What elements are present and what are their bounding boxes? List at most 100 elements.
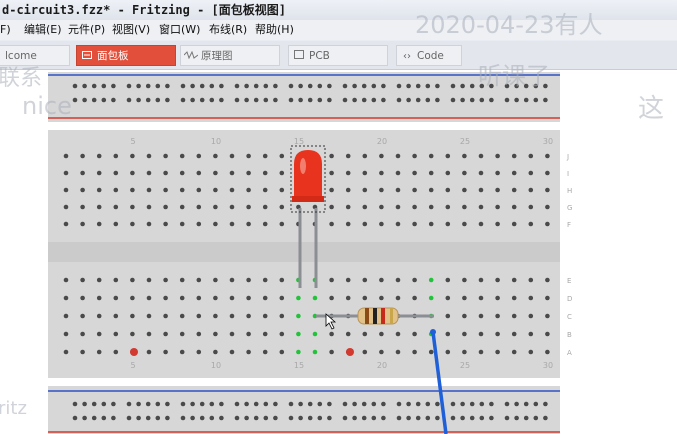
terminal-hole[interactable] xyxy=(478,187,484,193)
terminal-hole[interactable] xyxy=(395,277,401,283)
terminal-hole[interactable] xyxy=(412,277,417,283)
terminal-hole[interactable] xyxy=(113,221,119,227)
rail-hole[interactable] xyxy=(342,83,348,89)
connected-hole[interactable] xyxy=(312,295,318,301)
terminal-hole[interactable] xyxy=(362,204,368,210)
terminal-hole[interactable] xyxy=(96,204,102,210)
terminal-hole[interactable] xyxy=(345,331,351,337)
rail-hole[interactable] xyxy=(91,97,97,103)
terminal-hole[interactable] xyxy=(445,204,451,210)
terminal-hole[interactable] xyxy=(462,221,467,227)
terminal-hole[interactable] xyxy=(96,349,102,355)
terminal-hole[interactable] xyxy=(113,277,119,283)
rail-hole[interactable] xyxy=(317,415,323,421)
rail-hole[interactable] xyxy=(514,415,519,421)
terminal-hole[interactable] xyxy=(113,204,119,210)
terminal-hole[interactable] xyxy=(179,221,185,227)
connected-hole[interactable] xyxy=(296,313,301,319)
terminal-hole[interactable] xyxy=(329,170,334,176)
terminal-hole[interactable] xyxy=(395,204,401,210)
terminal-hole[interactable] xyxy=(246,313,251,319)
rail-hole[interactable] xyxy=(145,97,151,103)
menu-file[interactable]: F) xyxy=(0,20,11,40)
red-led[interactable] xyxy=(294,150,322,200)
terminal-hole[interactable] xyxy=(179,204,185,210)
rail-hole[interactable] xyxy=(273,97,278,103)
terminal-hole[interactable] xyxy=(511,204,517,210)
terminal-hole[interactable] xyxy=(63,170,69,176)
terminal-hole[interactable] xyxy=(329,153,334,159)
connected-hole[interactable] xyxy=(296,295,301,301)
rail-hole[interactable] xyxy=(253,415,259,421)
rail-hole[interactable] xyxy=(82,97,87,103)
rail-hole[interactable] xyxy=(381,97,386,103)
rail-hole[interactable] xyxy=(165,415,170,421)
rail-hole[interactable] xyxy=(253,83,259,89)
rail-hole[interactable] xyxy=(298,97,303,103)
rail-hole[interactable] xyxy=(489,401,494,407)
connected-hole[interactable] xyxy=(312,331,318,337)
terminal-hole[interactable] xyxy=(528,331,534,337)
terminal-hole[interactable] xyxy=(163,295,168,301)
rail-hole[interactable] xyxy=(263,83,269,89)
terminal-hole[interactable] xyxy=(213,170,218,176)
terminal-hole[interactable] xyxy=(262,331,268,337)
rail-hole[interactable] xyxy=(435,97,440,103)
terminal-hole[interactable] xyxy=(196,153,202,159)
rail-hole[interactable] xyxy=(145,83,151,89)
terminal-hole[interactable] xyxy=(179,153,185,159)
rail-hole[interactable] xyxy=(504,415,510,421)
terminal-hole[interactable] xyxy=(113,313,119,319)
rail-hole[interactable] xyxy=(415,83,421,89)
rail-hole[interactable] xyxy=(469,401,475,407)
terminal-hole[interactable] xyxy=(445,313,451,319)
terminal-hole[interactable] xyxy=(63,295,69,301)
terminal-hole[interactable] xyxy=(63,221,69,227)
rail-hole[interactable] xyxy=(523,97,529,103)
terminal-hole[interactable] xyxy=(329,295,334,301)
terminal-hole[interactable] xyxy=(428,221,434,227)
terminal-hole[interactable] xyxy=(511,349,517,355)
rail-hole[interactable] xyxy=(165,401,170,407)
terminal-hole[interactable] xyxy=(196,187,202,193)
terminal-hole[interactable] xyxy=(229,349,235,355)
rail-hole[interactable] xyxy=(263,401,269,407)
rail-hole[interactable] xyxy=(371,97,377,103)
rail-hole[interactable] xyxy=(165,83,170,89)
terminal-hole[interactable] xyxy=(528,349,534,355)
terminal-hole[interactable] xyxy=(478,170,484,176)
rail-hole[interactable] xyxy=(479,401,485,407)
terminal-hole[interactable] xyxy=(213,187,218,193)
terminal-hole[interactable] xyxy=(445,170,451,176)
rail-hole[interactable] xyxy=(263,415,269,421)
terminal-hole[interactable] xyxy=(113,349,119,355)
connected-hole[interactable] xyxy=(296,349,301,355)
rail-hole[interactable] xyxy=(425,97,431,103)
terminal-hole[interactable] xyxy=(80,313,85,319)
rail-hole[interactable] xyxy=(504,97,510,103)
rail-hole[interactable] xyxy=(82,401,87,407)
rail-hole[interactable] xyxy=(307,415,313,421)
terminal-hole[interactable] xyxy=(279,331,285,337)
terminal-hole[interactable] xyxy=(113,187,119,193)
terminal-hole[interactable] xyxy=(262,153,268,159)
terminal-hole[interactable] xyxy=(345,295,351,301)
rail-hole[interactable] xyxy=(307,97,313,103)
rail-hole[interactable] xyxy=(396,83,402,89)
connected-hole[interactable] xyxy=(312,349,318,355)
terminal-hole[interactable] xyxy=(362,187,368,193)
terminal-hole[interactable] xyxy=(96,187,102,193)
connected-hole[interactable] xyxy=(428,277,434,283)
rail-hole[interactable] xyxy=(469,83,475,89)
terminal-hole[interactable] xyxy=(395,153,401,159)
terminal-hole[interactable] xyxy=(146,349,152,355)
terminal-hole[interactable] xyxy=(478,221,484,227)
terminal-hole[interactable] xyxy=(130,170,135,176)
terminal-hole[interactable] xyxy=(229,187,235,193)
rail-hole[interactable] xyxy=(253,97,259,103)
terminal-hole[interactable] xyxy=(445,295,451,301)
terminal-hole[interactable] xyxy=(213,221,218,227)
terminal-hole[interactable] xyxy=(379,277,384,283)
terminal-hole[interactable] xyxy=(379,187,384,193)
terminal-hole[interactable] xyxy=(213,331,218,337)
